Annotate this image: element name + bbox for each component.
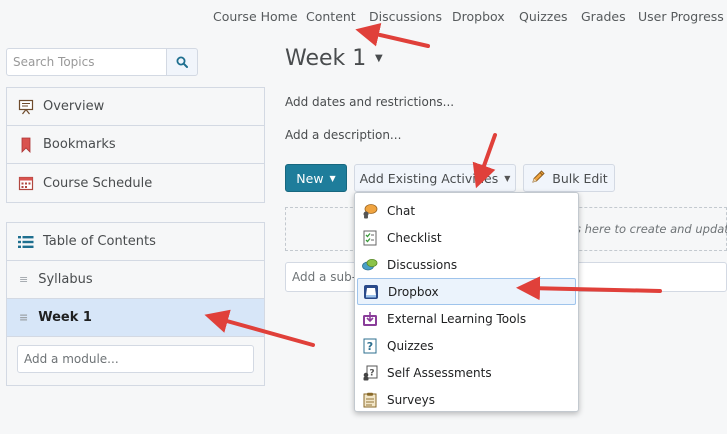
nav-discussions[interactable]: Discussions: [369, 9, 442, 24]
sidebar-item-course-schedule[interactable]: Course Schedule: [7, 164, 264, 202]
menu-item-label: Chat: [387, 203, 416, 218]
nav-grades[interactable]: Grades: [581, 9, 626, 24]
table-of-contents-header[interactable]: Table of Contents: [7, 223, 264, 261]
survey-icon: [361, 391, 379, 409]
menu-item-self-assessments[interactable]: ? Self Assessments: [357, 359, 576, 386]
calendar-icon: [17, 174, 35, 192]
pencil-icon: [530, 169, 546, 188]
menu-item-label: Dropbox: [388, 284, 439, 299]
sidebar-item-bookmarks[interactable]: Bookmarks: [7, 126, 264, 164]
quiz-icon: ?: [361, 337, 379, 355]
search-icon: [176, 56, 188, 68]
drop-zone-hint: s here to create and update: [575, 222, 727, 236]
sidebar-item-overview[interactable]: Overview: [7, 88, 264, 126]
module-item-syllabus[interactable]: ≡ Syllabus: [7, 261, 264, 299]
dropbox-icon: [362, 283, 380, 301]
menu-item-label: Surveys: [387, 392, 435, 407]
menu-item-discussions[interactable]: Discussions: [357, 251, 576, 278]
module-item-week-1[interactable]: ≡ Week 1: [7, 299, 264, 337]
new-button-label: New: [296, 170, 324, 186]
overview-icon: [17, 98, 35, 116]
menu-item-quizzes[interactable]: ? Quizzes: [357, 332, 576, 359]
page-title: Week 1: [285, 46, 367, 71]
add-existing-activities-button[interactable]: Add Existing Activities ▼: [354, 164, 516, 192]
search-button[interactable]: [166, 48, 198, 76]
menu-item-checklist[interactable]: Checklist: [357, 224, 576, 251]
menu-item-label: External Learning Tools: [387, 311, 527, 326]
module-label: Syllabus: [38, 272, 93, 287]
menu-item-chat[interactable]: Chat: [357, 197, 576, 224]
top-navigation: Course Home Content Discussions Dropbox …: [0, 0, 727, 34]
drag-handle-icon[interactable]: ≡: [19, 273, 28, 286]
bookmark-icon: [17, 136, 35, 154]
title-dropdown-caret-icon[interactable]: ▼: [375, 53, 383, 64]
menu-item-dropbox[interactable]: Dropbox: [357, 278, 576, 305]
menu-item-label: Checklist: [387, 230, 442, 245]
menu-item-surveys[interactable]: Surveys: [357, 386, 576, 413]
nav-quizzes[interactable]: Quizzes: [519, 9, 568, 24]
arrow-to-content-nav: [355, 22, 430, 48]
discussions-icon: [361, 256, 379, 274]
menu-item-label: Discussions: [387, 257, 458, 272]
svg-text:?: ?: [367, 340, 373, 353]
self-assessment-icon: ?: [361, 364, 379, 382]
nav-course-home[interactable]: Course Home: [213, 9, 298, 24]
module-label: Week 1: [38, 310, 92, 325]
chevron-down-icon: ▼: [504, 173, 511, 183]
chat-icon: [361, 202, 379, 220]
menu-item-label: Self Assessments: [387, 365, 492, 380]
menu-item-external-learning-tools[interactable]: External Learning Tools: [357, 305, 576, 332]
svg-text:?: ?: [369, 368, 374, 378]
nav-content[interactable]: Content: [306, 9, 356, 24]
external-tools-icon: [361, 310, 379, 328]
sidebar-item-label: Course Schedule: [43, 175, 153, 191]
nav-user-progress[interactable]: User Progress: [638, 9, 724, 24]
menu-item-label: Quizzes: [387, 338, 434, 353]
search-topics-input[interactable]: Search Topics: [6, 48, 167, 76]
checklist-icon: [361, 229, 379, 247]
add-dates-link[interactable]: Add dates and restrictions...: [285, 95, 454, 109]
bulk-edit-button[interactable]: Bulk Edit: [523, 164, 615, 192]
nav-dropbox[interactable]: Dropbox: [452, 9, 505, 24]
add-existing-label: Add Existing Activities: [359, 170, 499, 186]
add-description-link[interactable]: Add a description...: [285, 128, 401, 142]
new-button[interactable]: New ▼: [285, 164, 347, 192]
drag-handle-icon[interactable]: ≡: [19, 311, 28, 324]
sidebar-quick-links: Overview Bookmarks Course Schedule: [6, 87, 265, 203]
sidebar-item-label: Overview: [43, 99, 105, 114]
list-icon: [17, 233, 35, 251]
bulk-edit-label: Bulk Edit: [552, 170, 608, 186]
add-existing-activities-menu: Chat Checklist Discussions Dropbox Exter…: [354, 192, 579, 412]
toc-label: Table of Contents: [43, 234, 156, 249]
table-of-contents-panel: Table of Contents ≡ Syllabus ≡ Week 1 Ad…: [6, 222, 265, 386]
chevron-down-icon: ▼: [329, 173, 336, 183]
add-module-input[interactable]: Add a module...: [17, 345, 254, 373]
sidebar-item-label: Bookmarks: [43, 137, 116, 152]
